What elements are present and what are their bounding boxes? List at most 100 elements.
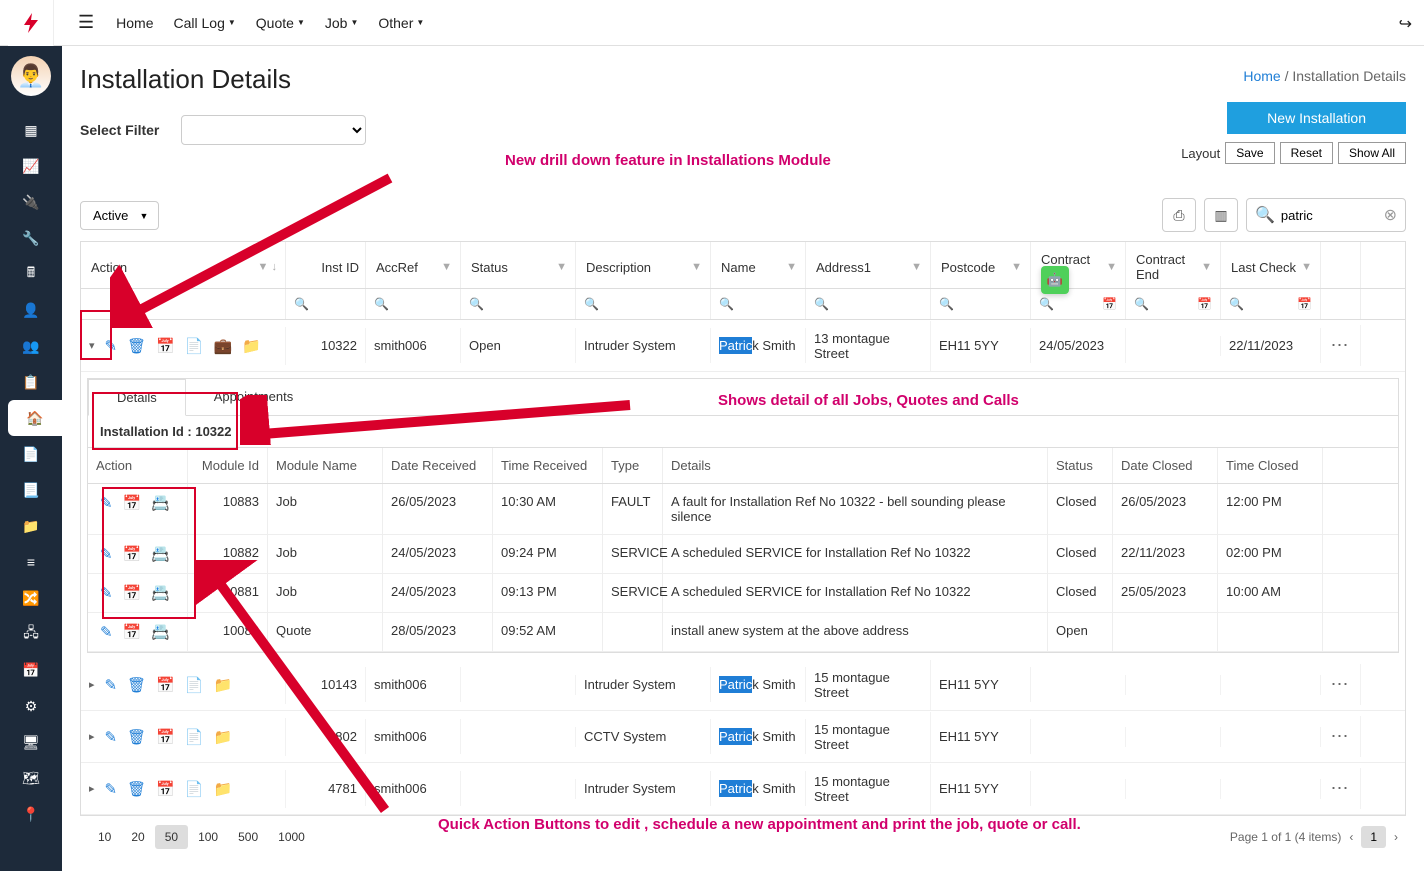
calendar-icon[interactable]: 📅 bbox=[156, 728, 175, 746]
layout-reset-button[interactable]: Reset bbox=[1280, 142, 1333, 164]
sidebar-home-icon[interactable]: 🏠 bbox=[8, 400, 62, 436]
page-icon[interactable]: 📄 bbox=[185, 676, 204, 694]
sidebar-map-icon[interactable]: 🗺 bbox=[0, 760, 62, 796]
sidebar-user-plus-icon[interactable]: 👤 bbox=[0, 292, 62, 328]
row-menu-icon[interactable]: ⋯ bbox=[1321, 768, 1361, 809]
edit-icon[interactable]: ✎ bbox=[100, 584, 113, 602]
nav-call-log[interactable]: Call Log▼ bbox=[164, 15, 246, 31]
menu-toggle-icon[interactable]: ☰ bbox=[66, 12, 106, 33]
nav-home[interactable]: Home bbox=[106, 15, 163, 31]
sidebar-sitemap-icon[interactable]: 🔀 bbox=[0, 580, 62, 616]
clear-search-icon[interactable]: ⊗ bbox=[1384, 205, 1397, 225]
export-icon[interactable]: ⎙ bbox=[1162, 198, 1196, 232]
robot-icon[interactable]: 🤖 bbox=[1041, 266, 1069, 294]
col-postcode[interactable]: Postcode▼ bbox=[931, 242, 1031, 288]
nav-quote[interactable]: Quote▼ bbox=[246, 15, 315, 31]
sidebar-file-icon[interactable]: 📄 bbox=[0, 436, 62, 472]
status-dropdown[interactable]: Active▼ bbox=[80, 201, 159, 230]
col-name[interactable]: Name▼ bbox=[711, 242, 806, 288]
sidebar-pin-icon[interactable]: 📍 bbox=[0, 796, 62, 832]
briefcase-icon[interactable]: 💼 bbox=[214, 337, 233, 355]
expand-icon[interactable]: ▸ bbox=[89, 782, 95, 795]
page-prev-icon[interactable]: ‹ bbox=[1349, 830, 1353, 844]
print-icon[interactable]: 📇 bbox=[151, 623, 170, 641]
page-size-1000[interactable]: 1000 bbox=[268, 825, 315, 849]
filter-icon[interactable]: ▼ bbox=[556, 261, 567, 273]
edit-icon[interactable]: ✎ bbox=[105, 337, 118, 355]
sidebar-calc-icon[interactable]: 🖩 bbox=[0, 256, 62, 292]
page-size-20[interactable]: 20 bbox=[121, 825, 154, 849]
sidebar-grid-icon[interactable]: ▦ bbox=[0, 112, 62, 148]
filter-description[interactable]: 🔍 bbox=[576, 289, 711, 319]
edit-icon[interactable]: ✎ bbox=[100, 494, 113, 524]
folder-icon[interactable]: 📁 bbox=[214, 780, 233, 798]
page-current[interactable]: 1 bbox=[1361, 826, 1386, 848]
calendar-icon[interactable]: 📅 bbox=[156, 780, 175, 798]
edit-icon[interactable]: ✎ bbox=[105, 676, 118, 694]
page-size-100[interactable]: 100 bbox=[188, 825, 228, 849]
nav-job[interactable]: Job▼ bbox=[315, 15, 369, 31]
edit-icon[interactable]: ✎ bbox=[105, 728, 118, 746]
tab-details[interactable]: Details bbox=[88, 379, 186, 416]
edit-icon[interactable]: ✎ bbox=[105, 780, 118, 798]
expand-icon[interactable]: ▸ bbox=[89, 730, 95, 743]
sidebar-calendar-icon[interactable]: 📅 bbox=[0, 652, 62, 688]
filter-select[interactable] bbox=[181, 115, 366, 145]
filter-icon[interactable]: ▼ bbox=[1106, 261, 1117, 273]
page-next-icon[interactable]: › bbox=[1394, 830, 1398, 844]
nav-other[interactable]: Other▼ bbox=[368, 15, 434, 31]
filter-inst-id[interactable]: 🔍 bbox=[286, 289, 366, 319]
search-input[interactable] bbox=[1281, 208, 1381, 223]
date-picker-icon[interactable]: 📅 bbox=[1102, 297, 1117, 311]
col-last-check[interactable]: Last Check▼ bbox=[1221, 242, 1321, 288]
sidebar-users-icon[interactable]: 👥 bbox=[0, 328, 62, 364]
folder-icon[interactable]: 📁 bbox=[214, 676, 233, 694]
filter-address[interactable]: 🔍 bbox=[806, 289, 931, 319]
filter-icon[interactable]: ▼ bbox=[1011, 261, 1022, 273]
filter-icon[interactable]: ▼ ↓ bbox=[258, 261, 277, 273]
calendar-icon[interactable]: 📅 bbox=[123, 623, 142, 641]
grid-search[interactable]: 🔍 ⊗ bbox=[1246, 198, 1406, 232]
print-icon[interactable]: 📇 bbox=[151, 584, 170, 602]
page-size-500[interactable]: 500 bbox=[228, 825, 268, 849]
col-contract-end[interactable]: Contract End▼ bbox=[1126, 242, 1221, 288]
sidebar-clipboard-icon[interactable]: 📋 bbox=[0, 364, 62, 400]
row-menu-icon[interactable]: ⋯ bbox=[1321, 716, 1361, 757]
sidebar-network-icon[interactable]: 🖧 bbox=[0, 616, 62, 652]
print-icon[interactable]: 📇 bbox=[151, 494, 170, 524]
col-inst-id[interactable]: Inst ID bbox=[286, 242, 366, 288]
sidebar-doc-icon[interactable]: 📃 bbox=[0, 472, 62, 508]
col-description[interactable]: Description▼ bbox=[576, 242, 711, 288]
new-installation-button[interactable]: New Installation bbox=[1227, 102, 1406, 134]
page-size-10[interactable]: 10 bbox=[88, 825, 121, 849]
tab-appointments[interactable]: Appointments bbox=[186, 379, 322, 415]
layout-save-button[interactable]: Save bbox=[1225, 142, 1274, 164]
expand-icon[interactable]: ▾ bbox=[89, 339, 95, 352]
sidebar-monitor-icon[interactable]: 🖥 bbox=[0, 724, 62, 760]
col-status[interactable]: Status▼ bbox=[461, 242, 576, 288]
filter-cend[interactable]: 🔍📅 bbox=[1126, 289, 1221, 319]
col-accref[interactable]: AccRef▼ bbox=[366, 242, 461, 288]
page-icon[interactable]: 📄 bbox=[185, 728, 204, 746]
delete-icon[interactable]: 🗑 bbox=[127, 337, 146, 355]
breadcrumb-home[interactable]: Home bbox=[1243, 68, 1280, 84]
print-icon[interactable]: 📇 bbox=[151, 545, 170, 563]
col-action[interactable]: Action▼ ↓ bbox=[81, 242, 286, 288]
date-picker-icon[interactable]: 📅 bbox=[1197, 297, 1212, 311]
filter-icon[interactable]: ▼ bbox=[441, 261, 452, 273]
delete-icon[interactable]: 🗑 bbox=[127, 676, 146, 694]
sidebar-chart-icon[interactable]: 📈 bbox=[0, 148, 62, 184]
sidebar-plug-icon[interactable]: 🔌 bbox=[0, 184, 62, 220]
calendar-icon[interactable]: 📅 bbox=[156, 676, 175, 694]
row-menu-icon[interactable]: ⋯ bbox=[1321, 664, 1361, 705]
delete-icon[interactable]: 🗑 bbox=[127, 780, 146, 798]
filter-status[interactable]: 🔍 bbox=[461, 289, 576, 319]
page-icon[interactable]: 📄 bbox=[185, 337, 204, 355]
edit-icon[interactable]: ✎ bbox=[100, 623, 113, 641]
expand-icon[interactable]: ▸ bbox=[89, 678, 95, 691]
columns-icon[interactable]: ▥ bbox=[1204, 198, 1238, 232]
sidebar-wrench-icon[interactable]: 🔧 bbox=[0, 220, 62, 256]
filter-name[interactable]: 🔍 bbox=[711, 289, 806, 319]
filter-icon[interactable]: ▼ bbox=[691, 261, 702, 273]
page-size-50[interactable]: 50 bbox=[155, 825, 188, 849]
